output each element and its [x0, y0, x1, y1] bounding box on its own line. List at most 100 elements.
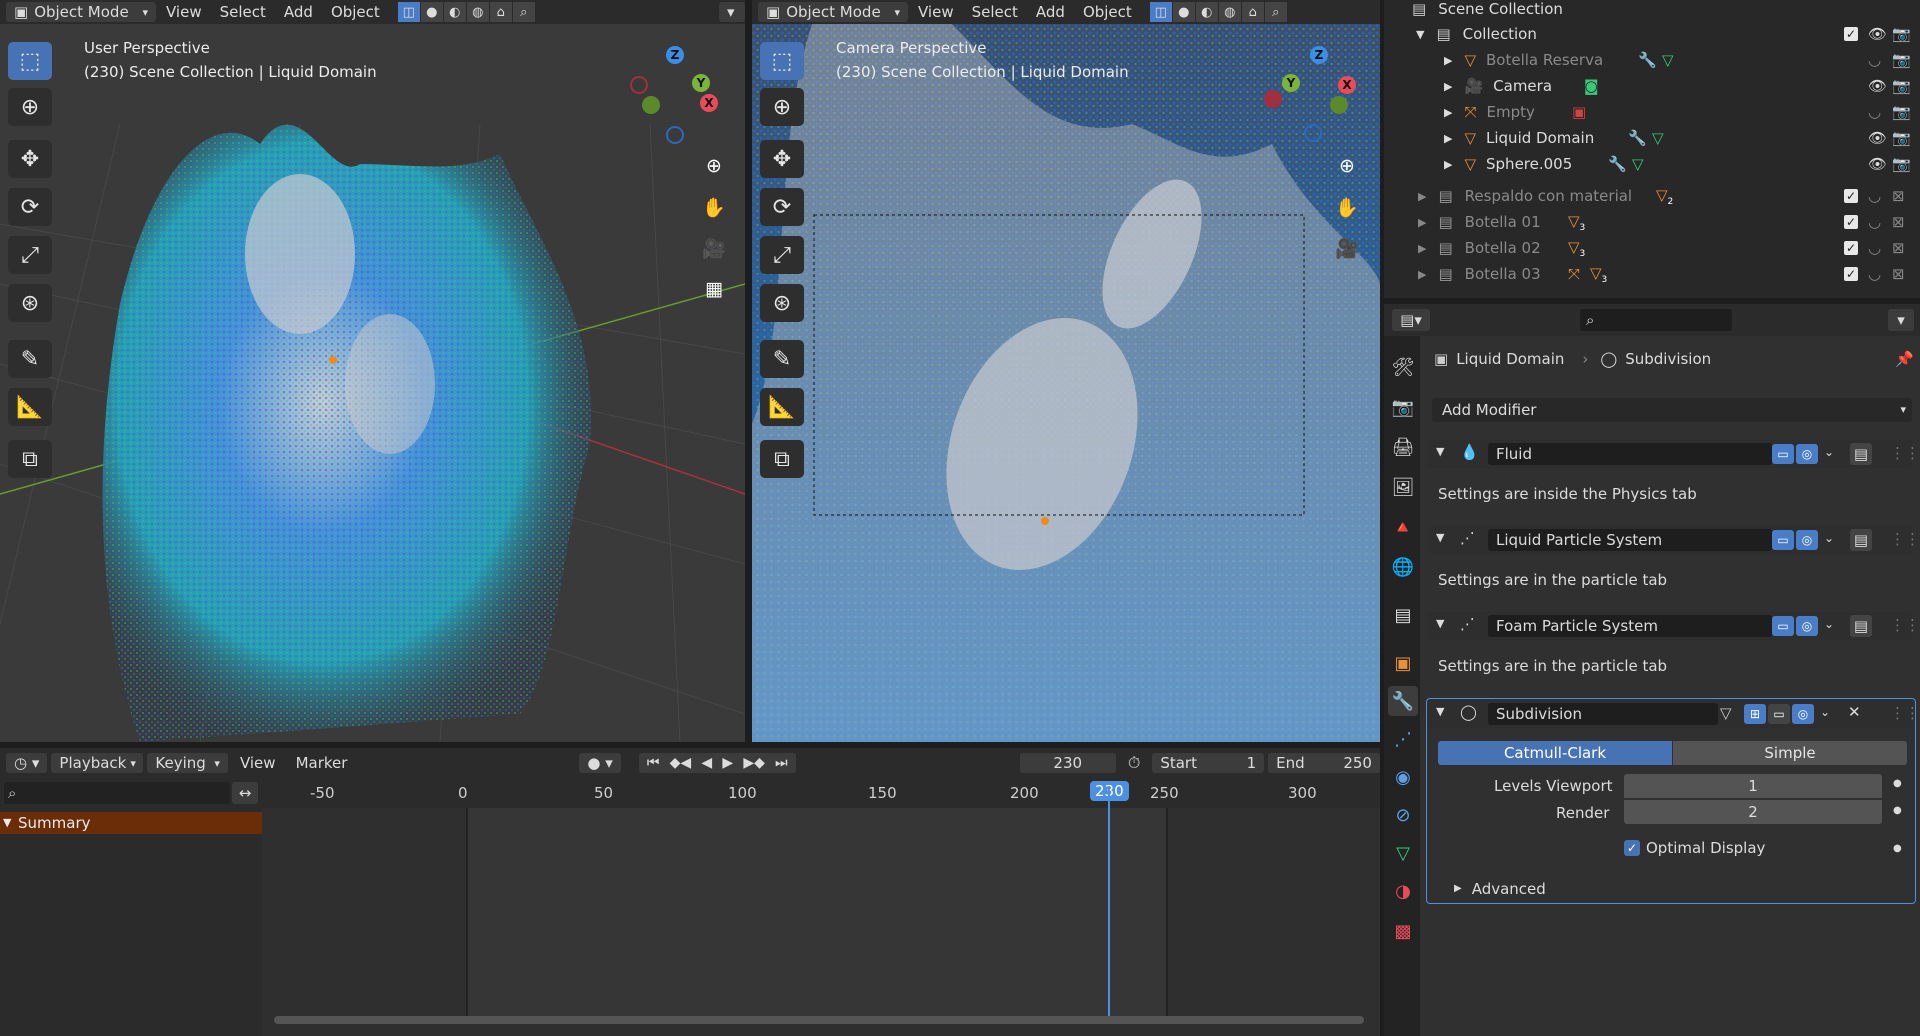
expand-icon[interactable]: ▶: [1444, 80, 1452, 93]
add-cube-tool[interactable]: ⧉: [760, 440, 804, 478]
pin-icon[interactable]: 📌: [1895, 350, 1914, 368]
modifier-name-field[interactable]: Liquid Particle System: [1488, 529, 1772, 551]
drag-handle-icon[interactable]: ⋮⋮: [1890, 444, 1920, 462]
current-frame-field[interactable]: 230: [1019, 753, 1116, 773]
expand-icon[interactable]: ▶: [1418, 190, 1426, 203]
gizmo-neg-x[interactable]: [1264, 90, 1282, 108]
material-shading-icon[interactable]: ◐: [443, 2, 466, 22]
options-dropdown[interactable]: ▾: [1888, 309, 1914, 331]
move-tool[interactable]: ✥: [760, 140, 804, 178]
modifier-panel-header[interactable]: ▼ 💧 Fluid ▭ ◎ ⌄ ▤ ⋮⋮: [1428, 440, 1920, 468]
marker-menu[interactable]: Marker: [288, 753, 356, 773]
modifier-tab-icon[interactable]: 🔧: [1388, 686, 1418, 716]
chevron-down-icon[interactable]: ⌄: [1824, 617, 1834, 631]
solid-shading-icon[interactable]: ●: [1172, 2, 1195, 22]
transform-tool[interactable]: ⊛: [8, 284, 52, 322]
zoom-icon[interactable]: ⊕: [699, 151, 729, 181]
optimal-display-checkbox[interactable]: ✓: [1624, 840, 1640, 856]
object-menu[interactable]: Object: [323, 2, 388, 22]
rotate-tool[interactable]: ⟳: [8, 188, 52, 226]
collapse-icon[interactable]: ▼: [1436, 531, 1444, 544]
move-tool[interactable]: ✥: [8, 140, 52, 178]
gizmo-neg-z[interactable]: [666, 126, 684, 144]
catmull-clark-tab[interactable]: Catmull-Clark: [1438, 741, 1672, 765]
exclude-checkbox[interactable]: ✓: [1844, 189, 1858, 203]
levels-viewport-field[interactable]: 1: [1624, 774, 1882, 798]
gizmo-y-axis[interactable]: Y: [1282, 74, 1300, 92]
gizmo-z-axis[interactable]: Z: [1310, 46, 1328, 64]
realtime-toggle-icon[interactable]: ▭: [1772, 444, 1794, 464]
chevron-down-icon[interactable]: ⌄: [1820, 705, 1830, 719]
eye-icon[interactable]: 👁: [1868, 155, 1887, 173]
prev-key-icon[interactable]: ◆◀: [670, 755, 692, 771]
camera-render-off-icon[interactable]: ⊠: [1892, 265, 1905, 283]
editor-type-button[interactable]: ▤▾: [1392, 309, 1430, 331]
expand-icon[interactable]: ▶: [1418, 268, 1426, 281]
timeline-area[interactable]: [262, 786, 1380, 1036]
wireframe-shading-icon[interactable]: ◫: [1149, 2, 1172, 22]
eye-hidden-icon[interactable]: ◡: [1868, 187, 1881, 205]
chevron-down-icon[interactable]: ⌄: [1824, 531, 1834, 545]
outliner-item[interactable]: ▶ ▤ Botella 01 ▽3 ✓ ◡ ⊠: [1380, 209, 1920, 235]
overlay-icon[interactable]: ⌂: [1241, 2, 1264, 22]
gizmo-x-axis[interactable]: X: [1338, 76, 1356, 94]
gizmo-x-axis[interactable]: X: [700, 94, 718, 112]
view-menu[interactable]: View: [158, 2, 210, 22]
viewport-divider[interactable]: [745, 0, 752, 742]
annotate-tool[interactable]: ✎: [760, 340, 804, 378]
modifier-panel-header[interactable]: ▼ ⋰ Foam Particle System ▭ ◎ ⌄ ▤ ⋮⋮: [1428, 612, 1920, 640]
view-menu-timeline[interactable]: View: [232, 753, 284, 773]
simple-tab[interactable]: Simple: [1673, 741, 1907, 765]
realtime-toggle-icon[interactable]: ▭: [1772, 616, 1794, 636]
play-icon[interactable]: ▶: [722, 755, 733, 771]
render-toggle-icon[interactable]: ◎: [1796, 444, 1818, 464]
scene-collection-row[interactable]: ▤ Scene Collection: [1380, 0, 1920, 22]
jump-end-icon[interactable]: ⏭: [775, 755, 788, 771]
hand-pan-icon[interactable]: ✋: [1332, 192, 1362, 222]
keying-menu[interactable]: Keying ▾: [147, 753, 228, 773]
modifier-name-field[interactable]: Fluid: [1488, 443, 1772, 465]
eye-icon[interactable]: 👁: [1868, 77, 1887, 95]
play-reverse-icon[interactable]: ◀: [701, 755, 712, 771]
grid-toggle-icon[interactable]: ▦: [699, 274, 729, 304]
camera-render-icon[interactable]: 📷: [1892, 77, 1911, 95]
zoom-icon[interactable]: ⊕: [1332, 151, 1362, 181]
add-menu[interactable]: Add: [276, 2, 321, 22]
modifier-name-field[interactable]: Subdivision: [1488, 703, 1718, 725]
outliner-item[interactable]: ▶ ▽ Liquid Domain 🔧 ▽ 👁 📷: [1380, 125, 1920, 151]
exclude-checkbox[interactable]: ✓: [1844, 241, 1858, 255]
camera-view-icon[interactable]: 🎥: [1332, 233, 1362, 263]
eye-hidden-icon[interactable]: ◡: [1868, 103, 1881, 121]
outliner-item[interactable]: ▶ ▽ Botella Reserva 🔧 ▽ ◡ 📷: [1380, 47, 1920, 73]
swap-icon[interactable]: ↔: [232, 782, 258, 804]
keyframe-dot-icon[interactable]: ●: [1893, 778, 1902, 789]
collection-tab-icon[interactable]: ▤: [1388, 600, 1418, 630]
render-toggle-icon[interactable]: ◎: [1792, 704, 1814, 724]
object-menu-right[interactable]: Object: [1075, 2, 1140, 22]
eye-hidden-icon[interactable]: ◡: [1868, 265, 1881, 283]
rendered-shading-icon[interactable]: ◍: [466, 2, 489, 22]
hand-pan-icon[interactable]: ✋: [699, 192, 729, 222]
measure-tool[interactable]: 📐: [8, 388, 52, 426]
jump-start-icon[interactable]: ⏮: [647, 755, 660, 771]
next-key-icon[interactable]: ▶◆: [743, 755, 765, 771]
view-layer-tab-icon[interactable]: 🖼: [1388, 472, 1418, 502]
texture-tab-icon[interactable]: ▩: [1388, 916, 1418, 946]
solid-shading-icon[interactable]: ●: [420, 2, 443, 22]
camera-render-icon[interactable]: 📷: [1892, 51, 1911, 69]
eye-icon[interactable]: 👁: [1868, 25, 1887, 43]
modifier-panel-header[interactable]: ▼ ◯ Subdivision ▽ ⊞ ▭ ◎ ⌄ ✕ ⋮⋮: [1428, 700, 1920, 728]
eye-icon[interactable]: 👁: [1868, 129, 1887, 147]
right-viewport[interactable]: Camera Perspective (230) Scene Collectio…: [752, 24, 1380, 742]
tool-tab-icon[interactable]: 🛠: [1388, 352, 1418, 382]
cursor-tool[interactable]: ⊕: [8, 88, 52, 126]
expand-icon[interactable]: ▶: [1444, 158, 1452, 171]
keyframe-dot-icon[interactable]: ●: [1893, 805, 1902, 816]
particles-tab-icon[interactable]: ⋰: [1388, 724, 1418, 754]
overlay-icon[interactable]: ⌂: [489, 2, 512, 22]
add-modifier-button[interactable]: Add Modifier ▾: [1432, 398, 1912, 422]
camera-render-off-icon[interactable]: ⊠: [1892, 213, 1905, 231]
exclude-checkbox[interactable]: ✓: [1844, 27, 1858, 41]
close-icon[interactable]: ✕: [1848, 703, 1861, 721]
outliner-item[interactable]: ▶ ▤ Respaldo con material ▽2 ✓ ◡ ⊠: [1380, 183, 1920, 209]
